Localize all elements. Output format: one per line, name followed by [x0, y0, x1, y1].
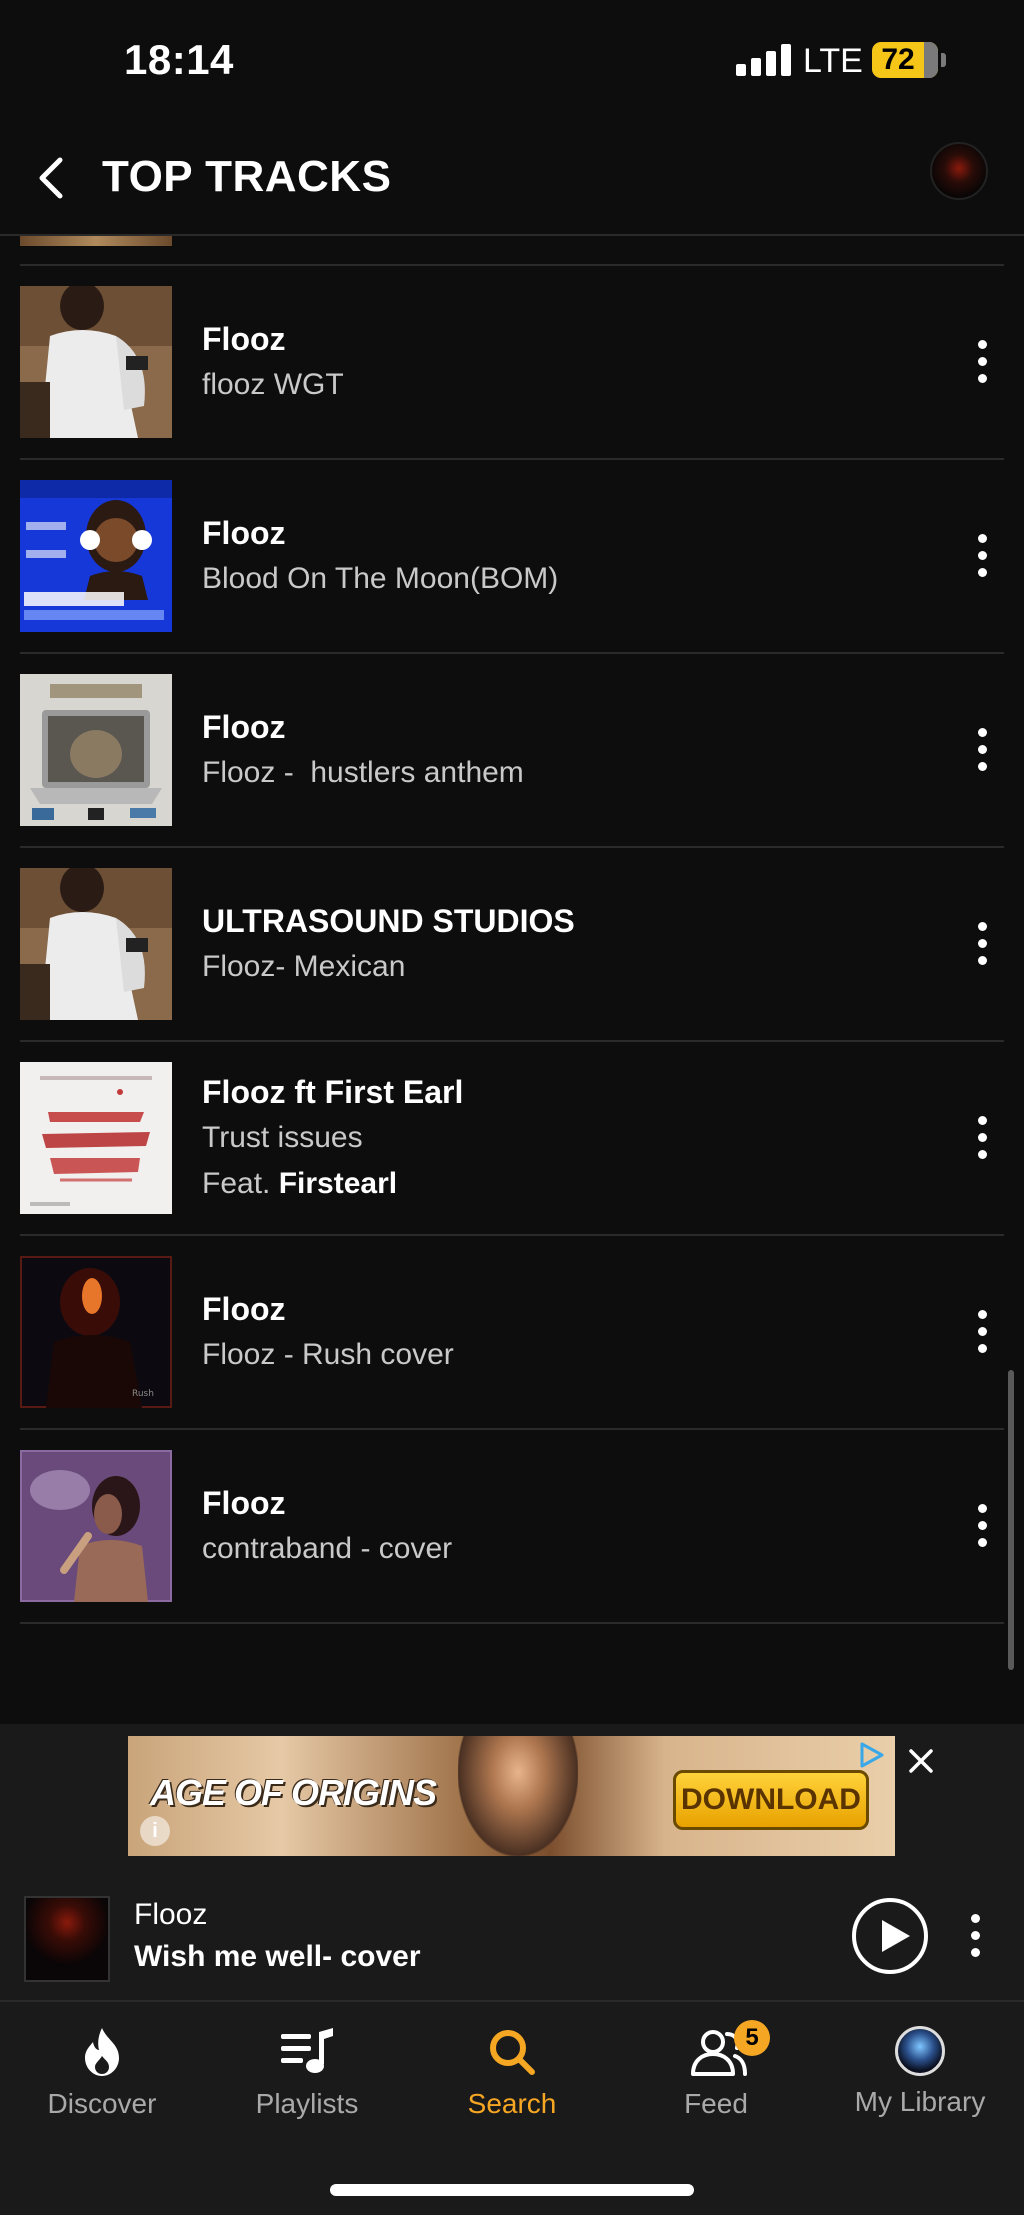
now-playing-thumbnail [24, 1896, 110, 1982]
top-header: TOP TRACKS [0, 120, 1024, 236]
track-artist: Flooz [202, 321, 286, 357]
nav-label: My Library [854, 2086, 986, 2117]
list-item[interactable]: Flooz Blood On The Moon(BOM) [20, 460, 1004, 654]
track-title: Flooz- Mexican [202, 950, 406, 983]
flame-icon [85, 2028, 119, 2076]
page-title: TOP TRACKS [102, 152, 392, 201]
track-artist: Flooz [202, 709, 286, 745]
library-avatar [895, 2026, 945, 2076]
nav-label: Feed [684, 2088, 748, 2119]
more-options-button[interactable] [974, 726, 990, 774]
ad-banner[interactable]: AGE OF ORIGINS DOWNLOAD i [128, 1736, 895, 1856]
more-options-button[interactable] [974, 532, 990, 580]
track-thumbnail [20, 286, 172, 438]
scrollbar[interactable] [1008, 1370, 1014, 1670]
home-indicator [330, 2184, 694, 2196]
track-title: Trust issues [202, 1121, 363, 1154]
nav-item-my-library[interactable]: My Library [818, 2026, 1022, 2136]
svg-text:Rush: Rush [132, 1389, 154, 1399]
bottom-nav: Discover Playlists Search 5 Feed My Libr… [0, 2002, 1024, 2215]
back-button[interactable] [30, 148, 80, 208]
track-thumbnail: Rush [20, 1256, 172, 1408]
more-options-button[interactable] [974, 338, 990, 386]
battery-tip [941, 53, 946, 67]
track-title: Flooz - Rush cover [202, 1338, 454, 1371]
profile-avatar[interactable] [930, 142, 988, 200]
ad-download-button[interactable]: DOWNLOAD [673, 1770, 869, 1830]
chevron-left-icon [39, 157, 63, 199]
nav-item-playlists[interactable]: Playlists [205, 2026, 409, 2136]
list-item[interactable]: Rush Flooz Flooz - Rush cover [20, 1236, 1004, 1430]
track-title: contraband - cover [202, 1532, 453, 1565]
more-options-button[interactable] [974, 920, 990, 968]
nav-label: Search [467, 2088, 557, 2119]
play-icon [882, 1920, 910, 1952]
track-thumbnail [20, 480, 172, 632]
track-artist: ULTRASOUND STUDIOS [202, 903, 575, 939]
track-info: Flooz Flooz - hustlers anthem [202, 654, 902, 846]
featuring-artist[interactable]: Firstearl [279, 1167, 397, 1200]
more-options-button[interactable] [974, 1308, 990, 1356]
notification-badge: 5 [734, 2020, 770, 2056]
track-title: Blood On The Moon(BOM) [202, 562, 559, 595]
track-title: Flooz - hustlers anthem [202, 756, 524, 789]
track-thumbnail [20, 1450, 172, 1602]
nav-item-feed[interactable]: 5 Feed [614, 2020, 818, 2136]
network-label: LTE [803, 42, 863, 80]
track-artist: Flooz ft First Earl [202, 1074, 464, 1110]
now-playing-title: Wish me well- cover [134, 1940, 421, 1973]
track-info: Flooz Blood On The Moon(BOM) [202, 460, 902, 652]
track-title: flooz WGT [202, 368, 344, 401]
list-item[interactable]: Flooz ft First Earl Trust issues Feat. F… [20, 1042, 1004, 1236]
track-info: Flooz flooz WGT [202, 266, 902, 458]
nav-item-discover[interactable]: Discover [0, 2026, 204, 2136]
playlist-icon [281, 2028, 333, 2073]
track-thumbnail [20, 236, 172, 246]
ad-character-image [458, 1736, 578, 1856]
more-options-button[interactable] [974, 1114, 990, 1162]
search-icon [490, 2030, 535, 2075]
list-item[interactable]: Flooz flooz WGT [20, 266, 1004, 460]
signal-icon [736, 44, 792, 76]
track-info: Flooz ft First Earl Trust issues Feat. F… [202, 1042, 902, 1234]
status-bar: 18:14 LTE 72 [0, 0, 1024, 120]
list-item-partial[interactable] [20, 236, 1004, 266]
track-featuring: Feat. Firstearl [202, 1161, 902, 1207]
track-info: Flooz contraband - cover [202, 1430, 902, 1622]
mini-player[interactable]: Flooz Wish me well- cover [0, 1862, 1024, 2002]
battery-level: 72 [881, 43, 915, 76]
ad-info-icon[interactable]: i [140, 1816, 170, 1846]
now-playing-artist: Flooz [134, 1898, 208, 1931]
player-more-options-button[interactable] [968, 1912, 984, 1960]
more-options-button[interactable] [974, 1502, 990, 1550]
track-list[interactable]: Flooz flooz WGT Flooz Blood On The Moon(… [0, 236, 1024, 1702]
ad-choices-icon[interactable] [856, 1740, 886, 1770]
track-artist: Flooz [202, 515, 286, 551]
battery-icon: 72 [872, 42, 938, 78]
nav-label: Playlists [255, 2088, 359, 2119]
track-info: ULTRASOUND STUDIOS Flooz- Mexican [202, 848, 902, 1040]
track-thumbnail [20, 1062, 172, 1214]
close-icon[interactable] [904, 1744, 938, 1778]
track-thumbnail [20, 868, 172, 1020]
nav-label: Discover [47, 2088, 157, 2119]
track-artist: Flooz [202, 1485, 286, 1521]
featuring-prefix: Feat. [202, 1167, 279, 1200]
list-item[interactable]: ULTRASOUND STUDIOS Flooz- Mexican [20, 848, 1004, 1042]
play-button[interactable] [852, 1898, 928, 1974]
status-time: 18:14 [124, 36, 234, 83]
nav-item-search[interactable]: Search [410, 2026, 614, 2136]
track-thumbnail [20, 674, 172, 826]
ad-area: AGE OF ORIGINS DOWNLOAD i [0, 1724, 1024, 1862]
track-artist: Flooz [202, 1291, 286, 1327]
list-item[interactable]: Flooz Flooz - hustlers anthem [20, 654, 1004, 848]
ad-title: AGE OF ORIGINS [150, 1772, 437, 1813]
track-info: Flooz Flooz - Rush cover [202, 1236, 902, 1428]
list-item[interactable]: Flooz contraband - cover [20, 1430, 1004, 1624]
